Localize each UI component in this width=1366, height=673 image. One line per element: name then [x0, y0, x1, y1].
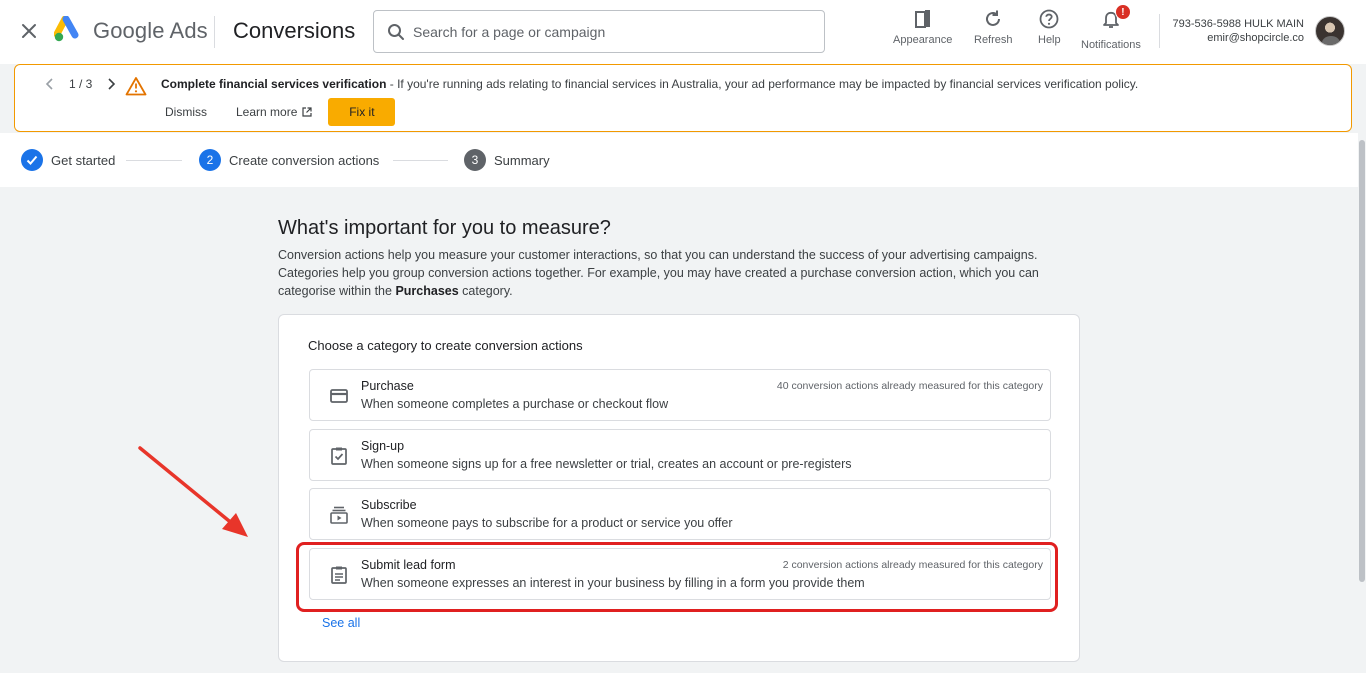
banner-body: - If you're running ads relating to fina…	[386, 77, 1139, 91]
learn-more-link[interactable]: Learn more	[236, 105, 312, 119]
notifications-button[interactable]: ! Notifications	[1081, 4, 1141, 51]
subscriptions-icon	[330, 506, 348, 524]
scrollbar-thumb[interactable]	[1359, 140, 1365, 582]
account-info[interactable]: 793-536-5988 HULK MAIN emir@shopcircle.c…	[1173, 17, 1304, 45]
refresh-label: Refresh	[974, 34, 1013, 46]
search-input[interactable]	[413, 23, 793, 40]
open-in-new-icon	[302, 107, 312, 117]
banner-message: Complete financial services verification…	[161, 77, 1138, 91]
description-line: Categories help you group conversion act…	[278, 266, 1039, 280]
banner-actions: Dismiss Learn more Fix it	[165, 98, 396, 126]
description-text: categorise within the	[278, 284, 396, 298]
step-number: 2	[199, 149, 221, 171]
bell-wrapper: !	[1100, 4, 1131, 35]
card-heading: Choose a category to create conversion a…	[308, 338, 583, 353]
banner-pager: 1 / 3	[43, 77, 118, 91]
help-button[interactable]: Help	[1038, 8, 1061, 46]
avatar[interactable]	[1315, 16, 1345, 46]
help-icon	[1039, 9, 1059, 29]
category-option-subscribe[interactable]: Subscribe When someone pays to subscribe…	[309, 488, 1051, 540]
top-bar: Google Ads Conversions Appearance Refres…	[0, 0, 1366, 64]
learn-more-label: Learn more	[236, 105, 298, 119]
appearance-label: Appearance	[893, 34, 953, 46]
step-create-conversion-actions[interactable]: 2 Create conversion actions	[199, 149, 379, 171]
section-title: What's important for you to measure?	[278, 217, 611, 239]
credit-card-icon	[330, 389, 348, 403]
warning-icon	[125, 77, 147, 96]
help-label: Help	[1038, 34, 1061, 46]
option-description: When someone pays to subscribe for a pro…	[361, 516, 733, 530]
step-label: Get started	[51, 152, 116, 168]
step-connector	[126, 160, 182, 161]
search-icon	[388, 23, 404, 40]
step-label: Summary	[494, 152, 550, 168]
divider	[214, 16, 215, 48]
step-get-started[interactable]: Get started	[21, 149, 115, 171]
notification-badge: !	[1114, 4, 1131, 20]
search-box[interactable]	[373, 10, 825, 53]
divider	[1159, 14, 1160, 48]
arrow-annotation-icon	[138, 446, 248, 537]
option-description: When someone signs up for a free newslet…	[361, 457, 852, 471]
chevron-right-icon[interactable]	[104, 77, 118, 91]
highlight-box	[296, 542, 1058, 612]
close-icon[interactable]	[18, 20, 40, 42]
page-indicator: 1 / 3	[69, 77, 93, 91]
account-email: emir@shopcircle.co	[1207, 32, 1304, 44]
step-label: Create conversion actions	[229, 152, 380, 168]
brand-name: Google Ads	[93, 18, 208, 43]
description-line: categorise within the Purchases category…	[278, 282, 1078, 300]
verification-banner: 1 / 3 Complete financial services verifi…	[14, 64, 1352, 132]
option-title: Subscribe	[361, 498, 417, 512]
dismiss-button[interactable]: Dismiss	[165, 105, 207, 119]
description-bold: Purchases	[395, 284, 459, 298]
option-description: When someone completes a purchase or che…	[361, 397, 669, 411]
appearance-button[interactable]: Appearance	[893, 8, 952, 46]
step-connector	[393, 160, 448, 161]
banner-title: Complete financial services verification	[161, 77, 387, 91]
refresh-button[interactable]: Refresh	[974, 8, 1013, 46]
page-title: Conversions	[233, 18, 356, 43]
appearance-icon	[914, 10, 930, 28]
notifications-label: Notifications	[1081, 39, 1141, 51]
refresh-icon	[986, 10, 1001, 26]
category-option-sign-up[interactable]: Sign-up When someone signs up for a free…	[309, 429, 1051, 481]
check-circle-icon	[21, 149, 43, 171]
chevron-left-icon[interactable]	[43, 77, 57, 91]
step-number: 3	[464, 149, 486, 171]
google-ads-logo	[54, 16, 79, 42]
account-name: 793-536-5988 HULK MAIN	[1172, 18, 1304, 30]
option-meta: 40 conversion actions already measured f…	[776, 380, 1043, 392]
fix-it-button[interactable]: Fix it	[328, 98, 396, 126]
option-title: Sign-up	[361, 439, 405, 453]
description-line: Conversion actions help you measure your…	[278, 248, 1038, 262]
see-all-link[interactable]: See all	[322, 616, 360, 630]
section-description: Conversion actions help you measure your…	[278, 246, 1078, 300]
option-title: Purchase	[361, 379, 414, 393]
description-text: category.	[458, 284, 513, 298]
category-option-purchase[interactable]: Purchase When someone completes a purcha…	[309, 369, 1051, 421]
step-summary[interactable]: 3 Summary	[464, 149, 550, 171]
clipboard-check-icon	[331, 447, 347, 465]
progress-stepper: Get started 2 Create conversion actions …	[0, 133, 1358, 187]
